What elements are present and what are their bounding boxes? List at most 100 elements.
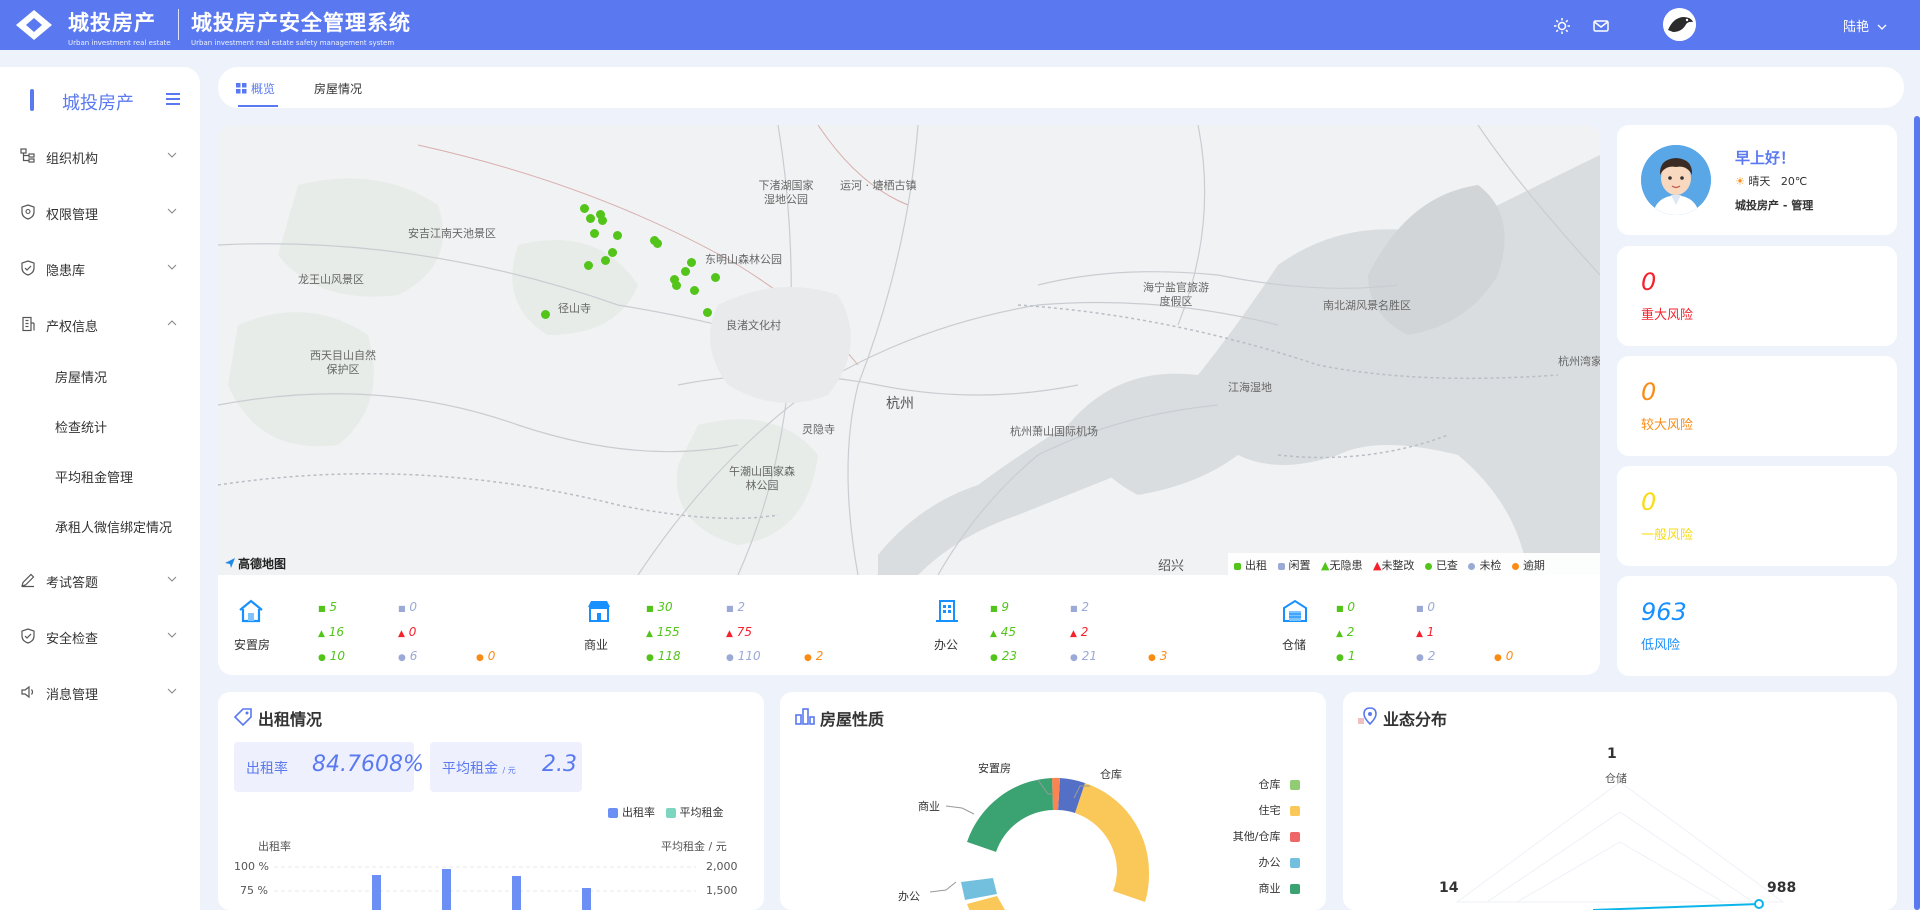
map[interactable]: 下渚湖国家湿地公园 运河 · 塘栖古镇 安吉江南天池景区 东明山森林公园 龙王山… [218, 125, 1600, 576]
chevron-down-icon [1877, 24, 1887, 30]
avatar[interactable] [1663, 8, 1696, 41]
risk-card-low[interactable]: 963 低风险 [1617, 576, 1897, 676]
sidebar-subitem-inspection-stats[interactable]: 检查统计 [0, 411, 200, 441]
stat-idle: ■ 0 [1416, 600, 1436, 614]
legend-swatch [1468, 562, 1476, 570]
stat-commercial: 商业 ■ 30 ■ 2 ▲ 155 ▲ 75 ● 118 ● 110 ● 2 [584, 588, 886, 668]
property-marker[interactable] [653, 239, 662, 248]
tab-housing[interactable]: 房屋情况 [314, 80, 362, 97]
map-label: 运河 · 塘栖古镇 [840, 179, 917, 192]
legend-label: 逾期 [1522, 559, 1545, 572]
map-label: 径山寺 [558, 302, 591, 315]
property-marker[interactable] [590, 229, 599, 238]
shield-check-icon [21, 260, 35, 276]
sidebar-item-safety-check[interactable]: 安全检查 [0, 619, 200, 653]
legend-idle: 闲置 [1277, 559, 1311, 572]
map-label: 下渚湖国家湿地公园 [758, 179, 814, 206]
stat-idle: ■ 2 [1070, 600, 1090, 614]
sidebar-item-org[interactable]: 组织机构 [0, 139, 200, 173]
property-marker[interactable] [586, 214, 595, 223]
avatar-icon [1641, 145, 1711, 215]
sun-icon[interactable] [1553, 17, 1571, 35]
sidebar-item-property-info[interactable]: 产权信息 [0, 307, 200, 341]
format-panel: 业态分布 1 仓储 14 988 [1343, 692, 1897, 910]
legend-label: 其他/仓库 [1232, 830, 1281, 843]
sidebar-item-label: 隐患库 [46, 264, 86, 279]
speaker-icon [21, 685, 34, 699]
divider [178, 9, 179, 40]
menu-toggle-icon[interactable] [165, 92, 181, 106]
user-menu[interactable]: 陆艳 [1843, 16, 1887, 35]
legend-rent: 出租 [1234, 559, 1267, 572]
building-icon [22, 316, 35, 332]
stat-unchecked: ● 110 [726, 649, 761, 663]
stat-value: 0 [409, 600, 418, 614]
property-marker[interactable] [672, 281, 681, 290]
stat-value: 0 [1427, 600, 1436, 614]
risk-card-major[interactable]: 0 重大风险 [1617, 246, 1897, 346]
stat-value: 0 [1505, 649, 1514, 663]
sidebar-subitem-wechat-binding[interactable]: 承租人微信绑定情况 [0, 511, 200, 541]
property-marker[interactable] [580, 204, 589, 213]
risk-label: 低风险 [1641, 638, 1681, 653]
stat-idle: ■ 0 [398, 600, 418, 614]
sidebar-item-label: 安全检查 [46, 632, 99, 647]
mail-icon[interactable] [1592, 17, 1610, 35]
tab-label: 概览 [251, 82, 276, 96]
property-marker[interactable] [613, 231, 622, 240]
property-marker[interactable] [601, 256, 610, 265]
sidebar-item-messages[interactable]: 消息管理 [0, 675, 200, 709]
system-name: 城投房产安全管理系统 [191, 11, 411, 35]
greeting-text: 早上好！ [1735, 149, 1796, 167]
property-marker[interactable] [681, 267, 690, 276]
map-label: 江海湿地 [1228, 381, 1272, 394]
sidebar-item-permission[interactable]: 权限管理 [0, 195, 200, 229]
property-marker[interactable] [608, 248, 617, 257]
sidebar-item-label: 考试答题 [46, 576, 99, 591]
stat-label: 办公 [934, 638, 959, 652]
system-name-en: Urban investment real estate safety mana… [191, 39, 395, 47]
radar-chart [1455, 781, 1785, 910]
property-marker[interactable] [687, 258, 696, 267]
risk-card-larger[interactable]: 0 较大风险 [1617, 356, 1897, 456]
sidebar-item-label: 消息管理 [46, 688, 99, 703]
bar [582, 888, 591, 910]
legend-item: 住宅 [1233, 798, 1304, 824]
map-label: 海宁盐官旅游度假区 [1143, 281, 1209, 308]
sidebar-subitem-avg-rent[interactable]: 平均租金管理 [0, 461, 200, 491]
sidebar-item-hazard-library[interactable]: 隐患库 [0, 251, 200, 285]
risk-value: 0 [1641, 488, 1657, 516]
risk-card-general[interactable]: 0 一般风险 [1617, 466, 1897, 566]
radar-grid [1485, 811, 1755, 903]
stat-value: 0 [487, 649, 496, 663]
slice-label: 办公 [898, 890, 920, 903]
sidebar-subitem-label: 平均租金管理 [55, 471, 134, 486]
property-marker[interactable] [584, 261, 593, 270]
legend-swatch [1424, 562, 1432, 570]
property-marker[interactable] [541, 310, 550, 319]
sidebar-subitem-label: 房屋情况 [55, 371, 108, 386]
sidebar-item-exam[interactable]: 考试答题 [0, 563, 200, 597]
property-marker[interactable] [598, 216, 607, 225]
legend-unchecked: 未检 [1468, 559, 1501, 572]
legend-overdue: 逾期 [1511, 559, 1545, 572]
property-marker[interactable] [690, 286, 699, 295]
chevron-down-icon [167, 208, 177, 214]
legend-swatch [1511, 562, 1519, 570]
legend-label: 未检 [1479, 559, 1502, 572]
property-marker[interactable] [703, 308, 712, 317]
sidebar-subitem-housing[interactable]: 房屋情况 [0, 361, 200, 391]
risk-value: 963 [1641, 598, 1687, 626]
property-marker[interactable] [711, 273, 720, 282]
legend-no-hazard: ▲无隐患 [1321, 559, 1362, 572]
legend-label: 住宅 [1258, 804, 1281, 817]
tab-overview[interactable]: 概览 [236, 80, 275, 97]
rent-chart-plot [274, 866, 696, 910]
map-label: 杭州湾家湿地 [1558, 355, 1600, 368]
scrollbar[interactable] [1914, 116, 1920, 910]
stat-value: 23 [1001, 649, 1017, 663]
stat-resettlement: 安置房 ■ 5 ■ 0 ▲ 16 ▲ 0 ● 10 ● 6 ● 0 [234, 588, 538, 668]
stat-no-hazard: ▲ 16 [318, 625, 345, 639]
brand-name-en: Urban investment real estate [68, 39, 171, 47]
stat-checked: ● 118 [646, 649, 681, 663]
